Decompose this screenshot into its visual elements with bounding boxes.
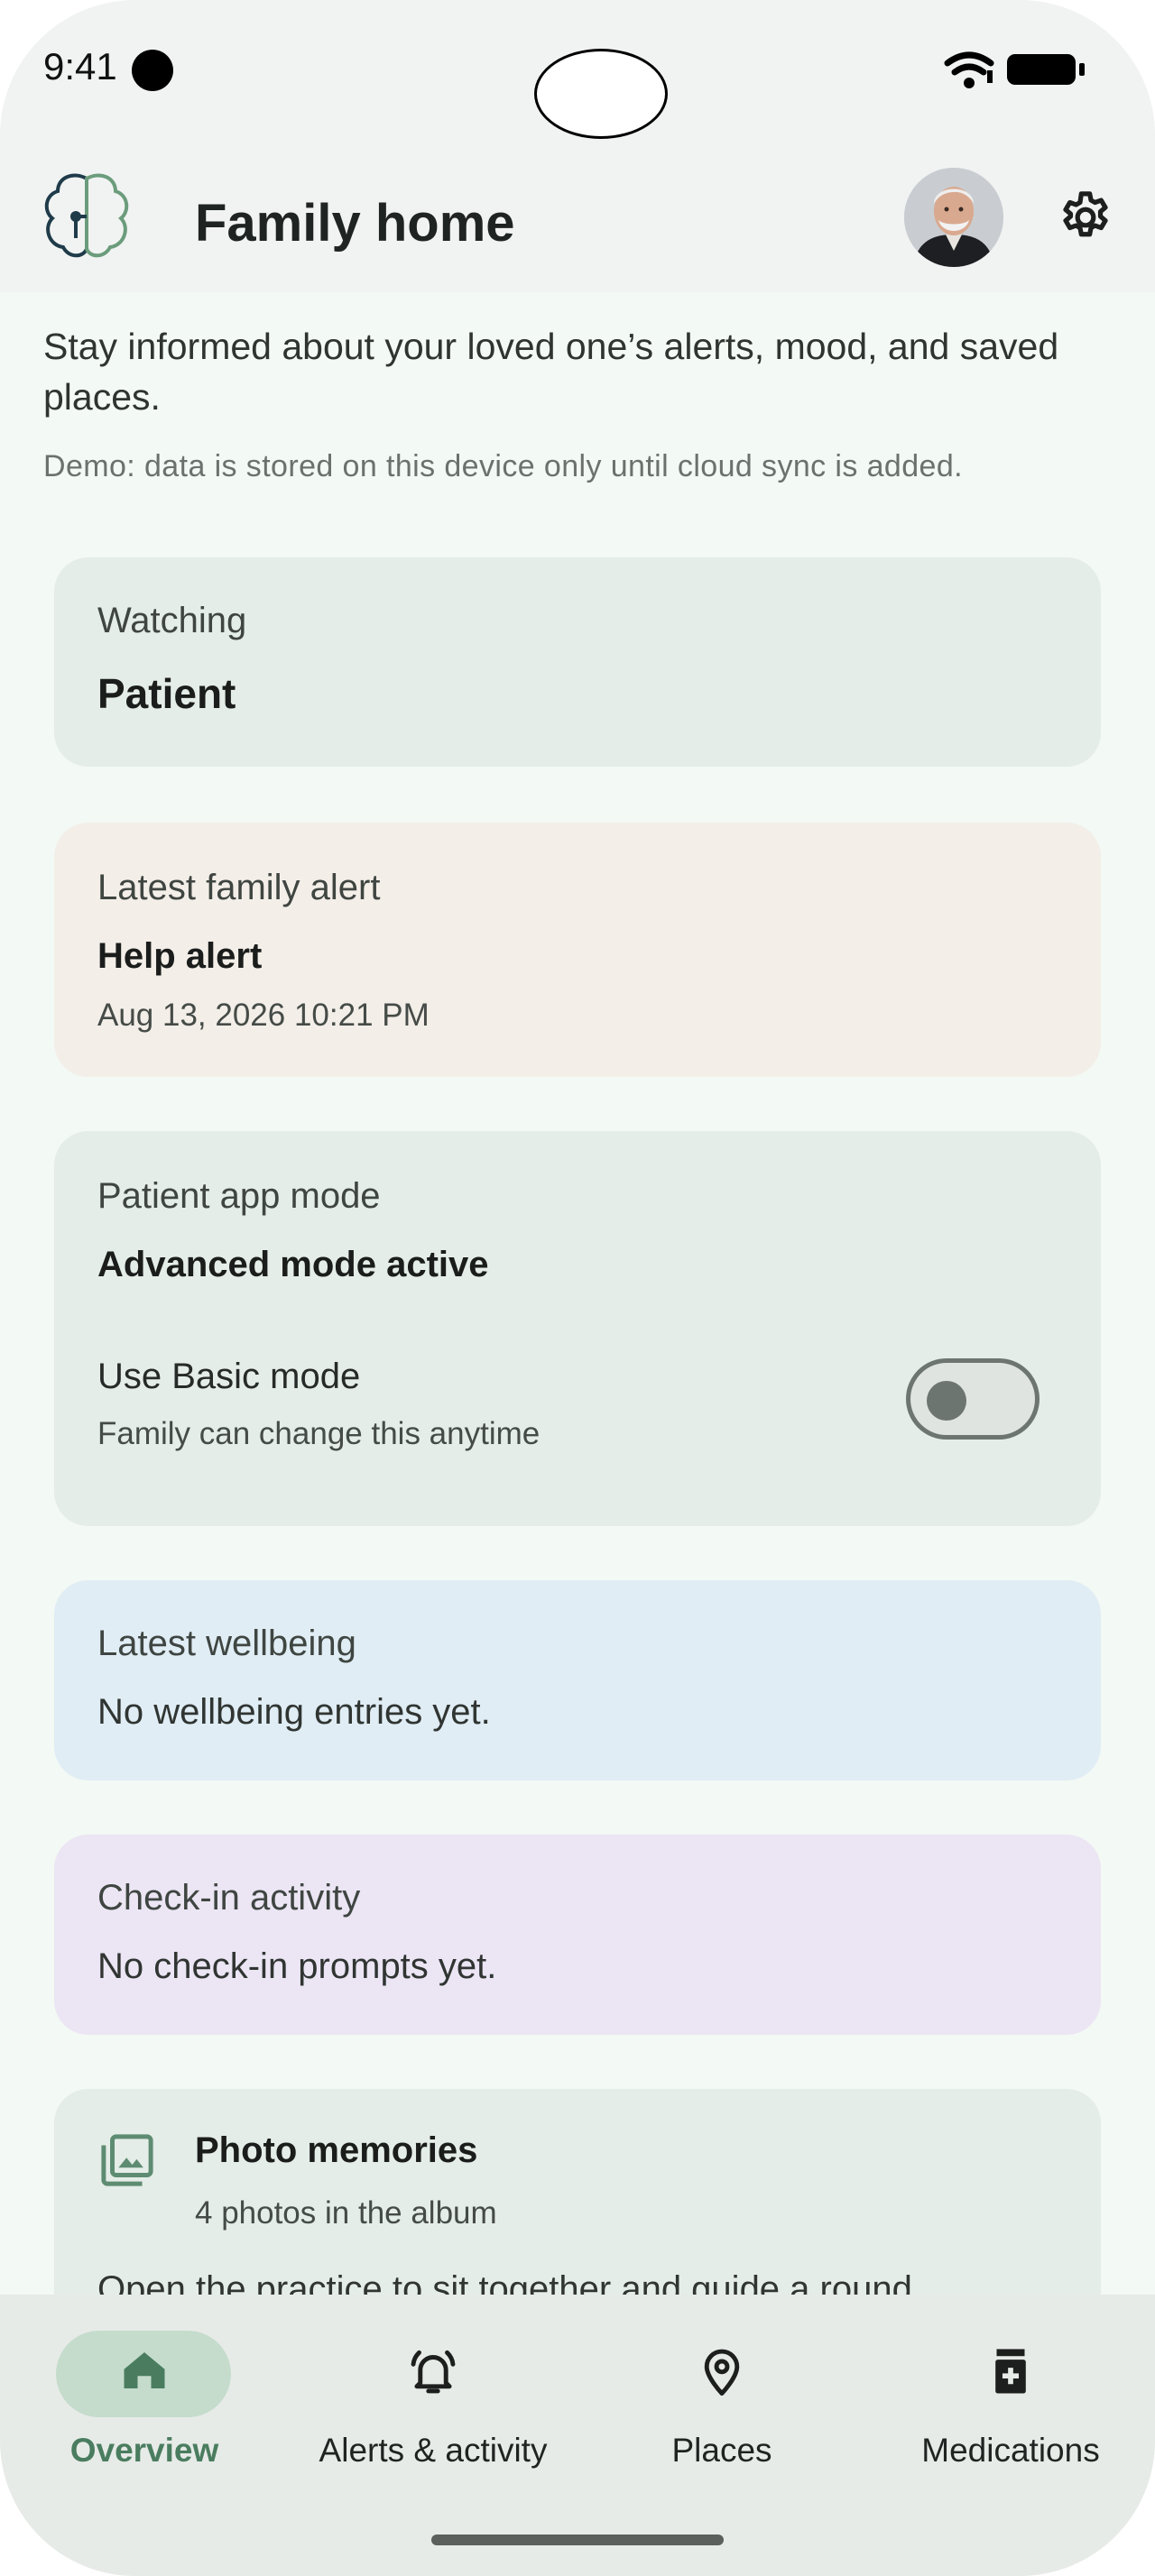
home-icon (124, 2352, 165, 2388)
phone-screen: 9:41 Family home Stay informed about you… (0, 0, 1155, 2576)
nav-alerts-label: Alerts & activity (319, 2432, 548, 2469)
settings-gear-icon[interactable] (1056, 188, 1115, 247)
photo-count: 4 photos in the album (195, 2195, 497, 2231)
watching-label: Watching (97, 601, 247, 640)
home-indicator[interactable] (431, 2535, 724, 2545)
checkin-text: No check-in prompts yet. (97, 1946, 497, 1986)
basic-mode-toggle-label: Use Basic mode (97, 1357, 361, 1396)
watching-name: Patient (97, 670, 236, 717)
page-title: Family home (195, 194, 515, 253)
alert-timestamp: Aug 13, 2026 10:21 PM (97, 998, 430, 1033)
pill-bottle-icon (995, 2349, 1026, 2394)
status-bar: 9:41 (0, 0, 1155, 162)
toggle-knob (927, 1381, 966, 1421)
mode-status: Advanced mode active (97, 1245, 489, 1284)
intro-description: Stay informed about your loved one’s ale… (43, 326, 1059, 418)
latest-alert-card[interactable]: Latest family alert Help alert Aug 13, 2… (54, 823, 1101, 1077)
camera-cutout (534, 49, 668, 139)
demo-note: Demo: data is stored on this device only… (43, 449, 964, 483)
wellbeing-card[interactable]: Latest wellbeing No wellbeing entries ye… (54, 1580, 1101, 1780)
mode-label: Patient app mode (97, 1176, 381, 1216)
alert-label: Latest family alert (97, 868, 381, 907)
watching-card: Watching Patient (54, 557, 1101, 767)
battery-icon (1007, 54, 1085, 85)
app-bar: Family home (0, 162, 1155, 292)
photo-memories-title: Photo memories (195, 2130, 478, 2170)
nav-overview-label: Overview (69, 2432, 219, 2469)
nav-overview[interactable]: Overview (0, 2295, 289, 2511)
checkin-label: Check-in activity (97, 1878, 361, 1918)
basic-mode-toggle[interactable] (906, 1358, 1040, 1440)
wellbeing-text: No wellbeing entries yet. (97, 1692, 491, 1732)
nav-medications-label: Medications (921, 2432, 1100, 2469)
nav-places[interactable]: Places (578, 2295, 866, 2511)
nav-alerts-activity[interactable]: Alerts & activity (289, 2295, 578, 2511)
recording-dot-icon (132, 50, 173, 91)
nav-places-label: Places (671, 2432, 772, 2469)
basic-mode-toggle-sub: Family can change this anytime (97, 1416, 541, 1451)
map-pin-icon (704, 2349, 740, 2396)
avatar-portrait-icon (904, 168, 1003, 267)
status-time: 9:41 (43, 45, 117, 87)
wellbeing-label: Latest wellbeing (97, 1624, 356, 1663)
checkin-card[interactable]: Check-in activity No check-in prompts ye… (54, 1835, 1101, 2035)
app-mode-card: Patient app mode Advanced mode active Us… (54, 1131, 1101, 1526)
brain-logo-icon (44, 173, 129, 258)
avatar[interactable] (904, 168, 1003, 267)
alert-title: Help alert (97, 936, 263, 976)
nav-medications[interactable]: Medications (866, 2295, 1155, 2511)
wifi-icon (944, 51, 994, 88)
bell-alert-icon (411, 2350, 456, 2394)
photo-library-icon (101, 2134, 153, 2186)
